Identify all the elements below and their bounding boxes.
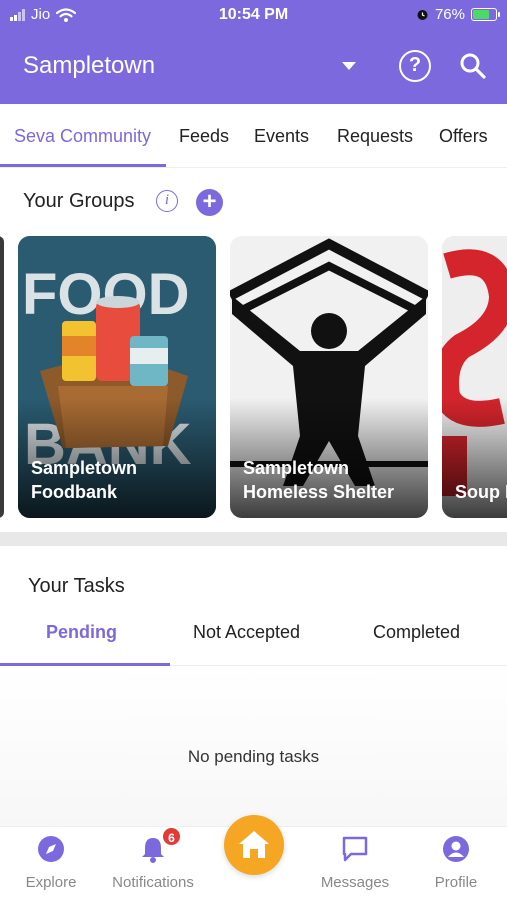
group-card-previous[interactable] bbox=[0, 236, 4, 518]
home-icon bbox=[239, 831, 269, 858]
tab-not-accepted[interactable]: Not Accepted bbox=[193, 622, 300, 643]
group-card-label: Soup K bbox=[455, 482, 507, 502]
nav-label: Messages bbox=[320, 874, 390, 891]
nav-label: Explore bbox=[25, 874, 77, 891]
group-card-label: Sampletown Homeless Shelter bbox=[243, 458, 395, 502]
group-card-shelter[interactable]: Sampletown Homeless Shelter bbox=[230, 236, 428, 518]
location-title[interactable]: Sampletown bbox=[23, 52, 155, 80]
tab-completed[interactable]: Completed bbox=[373, 622, 460, 643]
group-card-soup[interactable]: Soup K bbox=[442, 236, 507, 518]
search-icon[interactable] bbox=[459, 52, 487, 80]
info-icon[interactable]: i bbox=[156, 190, 178, 212]
battery-icon bbox=[471, 8, 500, 21]
help-icon[interactable]: ? bbox=[399, 50, 431, 82]
community-tabs: Seva Community Feeds Events Requests Off… bbox=[0, 104, 507, 168]
groups-heading: Your Groups bbox=[23, 190, 135, 212]
chat-icon bbox=[342, 836, 368, 862]
group-card-label: Sampletown Foodbank bbox=[31, 458, 138, 502]
active-tab-indicator bbox=[0, 164, 166, 167]
tab-feeds[interactable]: Feeds bbox=[179, 126, 229, 147]
app-header: Jio 10:54 PM 76% Sampletown ? bbox=[0, 0, 507, 104]
tab-offers[interactable]: Offers bbox=[439, 126, 488, 147]
status-right: 76% bbox=[416, 6, 500, 23]
status-bar: Jio 10:54 PM 76% bbox=[0, 0, 507, 32]
nav-label: Notifications bbox=[112, 874, 194, 891]
tab-seva-community[interactable]: Seva Community bbox=[14, 126, 151, 147]
notification-badge: 6 bbox=[161, 826, 182, 847]
section-divider bbox=[0, 532, 507, 546]
tab-pending[interactable]: Pending bbox=[46, 622, 117, 643]
battery-percent: 76% bbox=[434, 6, 465, 23]
compass-icon bbox=[38, 836, 64, 862]
header-bar: Sampletown ? bbox=[0, 36, 507, 100]
alarm-icon bbox=[417, 10, 428, 20]
active-task-tab-indicator bbox=[0, 663, 170, 666]
tasks-heading: Your Tasks bbox=[28, 575, 125, 597]
home-button[interactable] bbox=[224, 815, 284, 875]
group-card-foodbank[interactable]: FOOD BANK Sampletown Foodbank bbox=[18, 236, 216, 518]
chevron-down-icon[interactable] bbox=[342, 62, 356, 70]
nav-messages[interactable]: Messages bbox=[305, 835, 405, 891]
add-group-icon[interactable]: + bbox=[196, 189, 223, 216]
nav-explore[interactable]: Explore bbox=[1, 835, 101, 891]
tab-events[interactable]: Events bbox=[254, 126, 309, 147]
empty-tasks-message: No pending tasks bbox=[187, 747, 320, 766]
nav-notifications[interactable]: Notifications bbox=[103, 835, 203, 891]
tasks-panel bbox=[0, 666, 507, 826]
nav-profile[interactable]: Profile bbox=[406, 835, 506, 891]
tab-requests[interactable]: Requests bbox=[337, 126, 413, 147]
profile-icon bbox=[443, 836, 469, 862]
nav-label: Profile bbox=[434, 874, 478, 891]
